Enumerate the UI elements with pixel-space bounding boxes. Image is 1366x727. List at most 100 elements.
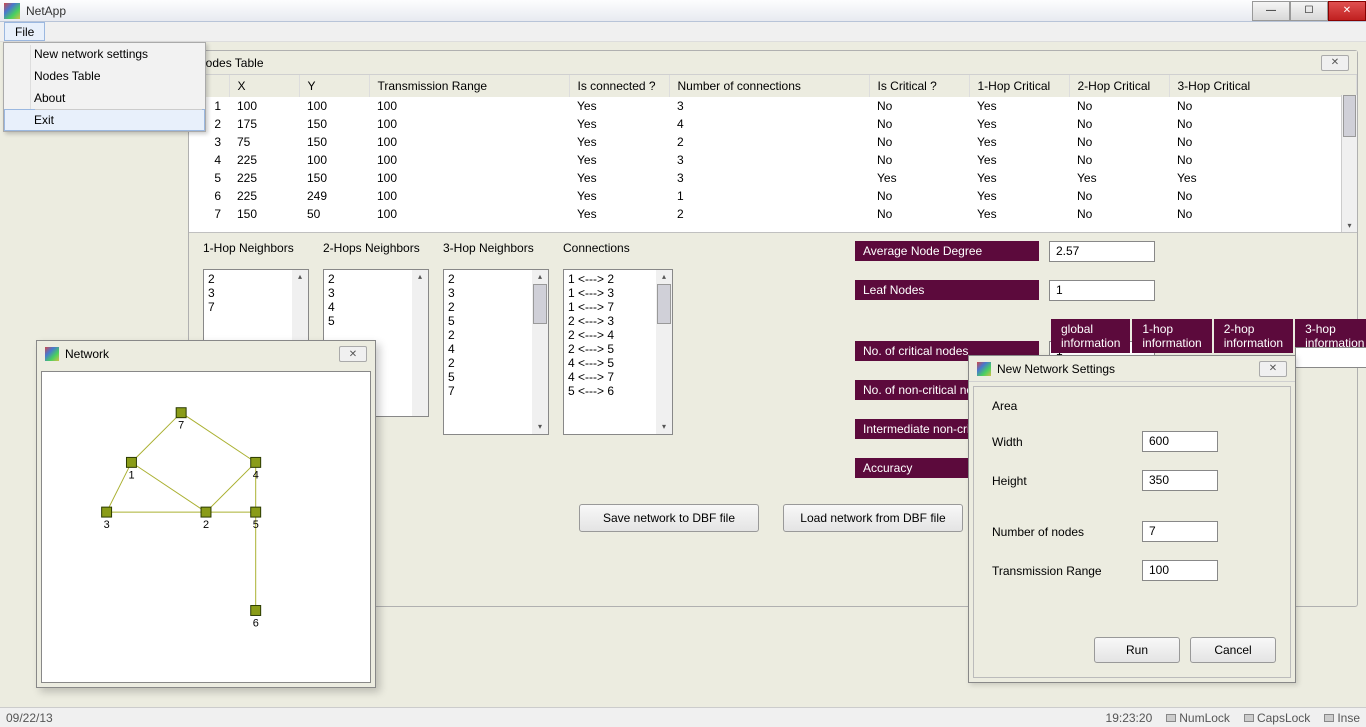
table-row[interactable]: 4225100100Yes3NoYesNoNo [189, 151, 1357, 169]
scroll-down-icon[interactable]: ▾ [532, 420, 548, 434]
network-window-icon [45, 347, 59, 361]
connections-listbox[interactable]: 1 <---> 21 <---> 31 <---> 72 <---> 32 <-… [563, 269, 673, 435]
scroll-up-icon[interactable]: ▴ [412, 270, 428, 284]
area-label: Area [992, 399, 1142, 413]
network-window-close-icon[interactable]: ✕ [339, 346, 367, 362]
list-item[interactable]: 1 <---> 3 [568, 286, 668, 300]
file-menu-dropdown: New network settings Nodes Table About E… [3, 42, 206, 132]
menu-about[interactable]: About [4, 87, 205, 109]
connections-label: Connections [563, 241, 673, 263]
list-item[interactable]: 5 [448, 370, 544, 384]
settings-dialog-close-icon[interactable]: ✕ [1259, 361, 1287, 377]
menu-nodes-table[interactable]: Nodes Table [4, 65, 205, 87]
scroll-up-icon[interactable]: ▴ [532, 270, 548, 284]
svg-text:3: 3 [104, 519, 110, 531]
insert-indicator-icon [1324, 714, 1334, 722]
list-item[interactable]: 3 [448, 286, 544, 300]
list-item[interactable]: 1 <---> 7 [568, 300, 668, 314]
file-menu-button[interactable]: File [4, 22, 45, 41]
col-is-critical[interactable]: Is Critical ? [869, 75, 969, 97]
scroll-up-icon[interactable]: ▴ [292, 270, 308, 284]
settings-dialog-title: New Network Settings [997, 362, 1115, 376]
table-row[interactable]: 2175150100Yes4NoYesNoNo [189, 115, 1357, 133]
numlock-label: NumLock [1179, 711, 1230, 725]
save-dbf-button[interactable]: Save network to DBF file [579, 504, 759, 532]
avg-node-degree-label: Average Node Degree [855, 241, 1039, 261]
table-row[interactable]: 6225249100Yes1NoYesNoNo [189, 187, 1357, 205]
col-transmission-range[interactable]: Transmission Range [369, 75, 569, 97]
network-window[interactable]: Network ✕ 1234567 [36, 340, 376, 688]
app-title: NetApp [26, 4, 66, 18]
col-num-connections[interactable]: Number of connections [669, 75, 869, 97]
2hop-info-tab[interactable]: 2-hop information [1214, 319, 1293, 353]
list-item[interactable]: 4 <---> 5 [568, 356, 668, 370]
menu-new-network-settings[interactable]: New network settings [4, 43, 205, 65]
capslock-indicator-icon [1244, 714, 1254, 722]
table-row[interactable]: 715050100Yes2NoYesNoNo [189, 205, 1357, 223]
list-item[interactable]: 3 [208, 286, 304, 300]
list-item[interactable]: 2 [448, 272, 544, 286]
table-row[interactable]: 1100100100Yes3NoYesNoNo [189, 97, 1357, 115]
nodes-data-table[interactable]: X Y Transmission Range Is connected ? Nu… [189, 75, 1357, 223]
svg-text:7: 7 [178, 420, 184, 432]
maximize-button[interactable]: ☐ [1290, 1, 1328, 21]
list-item[interactable]: 2 [208, 272, 304, 286]
col-3hop-critical[interactable]: 3-Hop Critical [1169, 75, 1357, 97]
table-row[interactable]: 5225150100Yes3YesYesYesYes [189, 169, 1357, 187]
height-input[interactable]: 350 [1142, 470, 1218, 491]
settings-dialog-icon [977, 362, 991, 376]
list-item[interactable]: 2 <---> 4 [568, 328, 668, 342]
run-button[interactable]: Run [1094, 637, 1180, 663]
transmission-range-input[interactable]: 100 [1142, 560, 1218, 581]
status-time: 19:23:20 [1106, 711, 1153, 725]
cancel-button[interactable]: Cancel [1190, 637, 1276, 663]
hidden-value-1[interactable] [1295, 347, 1366, 368]
list-item[interactable]: 2 [448, 300, 544, 314]
list-item[interactable]: 2 [328, 272, 424, 286]
col-2hop-critical[interactable]: 2-Hop Critical [1069, 75, 1169, 97]
list-item[interactable]: 4 [448, 342, 544, 356]
avg-node-degree-value[interactable]: 2.57 [1049, 241, 1155, 262]
list-item[interactable]: 2 <---> 5 [568, 342, 668, 356]
list-item[interactable]: 5 [448, 314, 544, 328]
scroll-down-icon[interactable]: ▾ [656, 420, 672, 434]
leaf-nodes-value[interactable]: 1 [1049, 280, 1155, 301]
list-item[interactable]: 4 [328, 300, 424, 314]
1hop-label: 1-Hop Neighbors [203, 241, 309, 263]
list-item[interactable]: 2 <---> 3 [568, 314, 668, 328]
col-x[interactable]: X [229, 75, 299, 97]
2hop-label: 2-Hops Neighbors [323, 241, 429, 263]
scroll-up-icon[interactable]: ▴ [656, 270, 672, 284]
menu-exit[interactable]: Exit [4, 109, 205, 131]
leaf-nodes-label: Leaf Nodes [855, 280, 1039, 300]
close-button[interactable]: ✕ [1328, 1, 1366, 21]
list-item[interactable]: 2 [448, 328, 544, 342]
width-input[interactable]: 600 [1142, 431, 1218, 452]
col-is-connected[interactable]: Is connected ? [569, 75, 669, 97]
list-item[interactable]: 2 [448, 356, 544, 370]
num-nodes-input[interactable]: 7 [1142, 521, 1218, 542]
list-item[interactable]: 5 <---> 6 [568, 384, 668, 398]
1hop-info-tab[interactable]: 1-hop information [1132, 319, 1211, 353]
scrollbar-down-icon[interactable]: ▾ [1342, 218, 1357, 232]
load-dbf-button[interactable]: Load network from DBF file [783, 504, 963, 532]
list-item[interactable]: 5 [328, 314, 424, 328]
new-network-settings-dialog[interactable]: New Network Settings ✕ Area Width 600 He… [968, 355, 1296, 683]
network-graph: 1234567 [42, 372, 370, 682]
col-y[interactable]: Y [299, 75, 369, 97]
nodes-table-close-icon[interactable]: ✕ [1321, 55, 1349, 71]
list-item[interactable]: 1 <---> 2 [568, 272, 668, 286]
list-item[interactable]: 7 [448, 384, 544, 398]
table-row[interactable]: 375150100Yes2NoYesNoNo [189, 133, 1357, 151]
3hop-listbox[interactable]: 232524257▴▾ [443, 269, 549, 435]
table-scrollbar[interactable]: ▾ [1341, 95, 1357, 232]
col-1hop-critical[interactable]: 1-Hop Critical [969, 75, 1069, 97]
list-item[interactable]: 3 [328, 286, 424, 300]
network-canvas[interactable]: 1234567 [41, 371, 371, 683]
height-label: Height [992, 474, 1142, 488]
list-item[interactable]: 4 <---> 7 [568, 370, 668, 384]
scrollbar-thumb[interactable] [1343, 95, 1356, 137]
minimize-button[interactable]: — [1252, 1, 1290, 21]
global-info-tab[interactable]: global information [1051, 319, 1130, 353]
list-item[interactable]: 7 [208, 300, 304, 314]
